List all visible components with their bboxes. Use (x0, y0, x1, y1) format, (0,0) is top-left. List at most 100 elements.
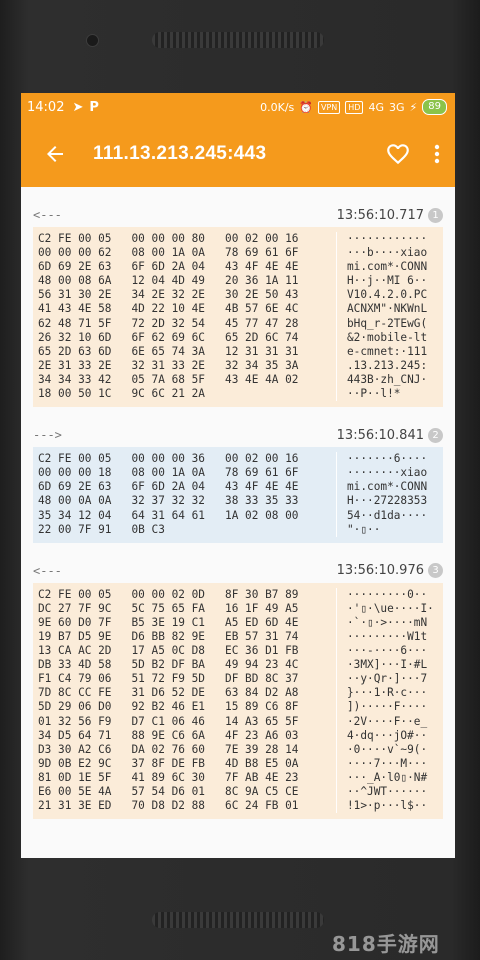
hex-dump-block[interactable]: C2 FE 00 05 00 00 00 80 00 02 00 16 00 00… (33, 227, 443, 408)
watermark-logo: 818手游网 (332, 932, 440, 956)
hex-row: D3 30 A2 C6 DA 02 76 60 7E 39 28 14 (38, 742, 299, 756)
ascii-row: ·······6···· (347, 452, 428, 466)
hex-row: 13 CA AC 2D 17 A5 0C D8 EC 36 D1 FB (38, 644, 299, 658)
app-p-icon: P (89, 99, 99, 115)
message-timestamp: 13:56:10.717 (336, 207, 424, 223)
ascii-row: ·'▯·\ue····I· (347, 601, 434, 615)
hex-row: 6D 69 2E 63 6F 6D 2A 04 43 4F 4E 4E (38, 480, 299, 494)
battery-icon: 89 (422, 99, 447, 115)
status-bar: 14:02 ➤ P 0.0K/s ⏰ VPN HD 4G 3G ⚡ 89 (21, 93, 455, 121)
direction-indicator: <--- (33, 563, 62, 578)
ascii-row: ·2V····F··e_ (347, 714, 428, 728)
ascii-row: !1>·p···l$·· (347, 799, 428, 813)
ascii-row: ··^JWT······ (347, 785, 428, 798)
ascii-row: ACNXM"·NKWnL (347, 302, 428, 316)
ascii-row: ·········W1t (347, 629, 428, 643)
ascii-row: ])·····F···· (347, 700, 428, 714)
ascii-row: "·▯·· (347, 522, 381, 536)
page-title: 111.13.213.245:443 (93, 143, 267, 164)
hex-row: 00 00 00 18 08 00 1A 0A 78 69 61 6F (38, 466, 299, 480)
ascii-row: 443B·zh_CNJ· (347, 372, 428, 386)
app-bar: 111.13.213.245:443 (21, 121, 455, 187)
hex-dump-block[interactable]: C2 FE 00 05 00 00 02 0D 8F 30 B7 89 DC 27… (33, 582, 443, 820)
signal-4g-icon: 4G (368, 100, 384, 114)
hex-row: 56 31 30 2E 34 2E 32 2E 30 2E 50 43 (38, 288, 299, 302)
phone-frame: 14:02 ➤ P 0.0K/s ⏰ VPN HD 4G 3G ⚡ 89 111… (0, 0, 480, 960)
hex-row: 6D 69 2E 63 6F 6D 2A 04 43 4F 4E 4E (38, 260, 299, 274)
signal-3g-icon: 3G (389, 100, 405, 114)
ascii-row: ···-····6··· (347, 644, 428, 658)
hex-row: 5D 29 06 D0 92 B2 46 E1 15 89 C6 8F (38, 700, 299, 714)
hex-column: C2 FE 00 05 00 00 02 0D 8F 30 B7 89 DC 27… (33, 587, 337, 814)
ascii-row: H···27228353 (347, 494, 428, 508)
network-speed: 0.0K/s (260, 100, 295, 114)
hex-row: 81 0D 1E 5F 41 89 6C 30 7F AB 4E 23 (38, 770, 299, 784)
ascii-column: ·······6···· ········xiao mi.com*·CONN H···… (337, 452, 427, 537)
front-camera (86, 34, 99, 47)
location-arrow-icon: ➤ (72, 99, 84, 115)
hex-row: 48 00 0A 0A 32 37 32 32 38 33 35 33 (38, 494, 299, 508)
message-index-badge: 2 (428, 427, 443, 443)
hex-row: 34 34 33 42 05 7A 68 5F 43 4E 4A 02 (38, 372, 299, 386)
hex-row: 26 32 10 6D 6F 62 69 6C 65 2D 6C 74 (38, 330, 299, 344)
vpn-icon: VPN (318, 100, 341, 114)
ascii-row: ·········0·· (347, 587, 428, 601)
message-index-badge: 3 (428, 563, 443, 579)
charging-icon: ⚡ (409, 100, 418, 114)
ascii-row: ···b····xiao (347, 246, 428, 260)
hex-row: 41 43 4E 58 4D 22 10 4E 4B 57 6E 4C (38, 302, 299, 316)
message-header: ---> 13:56:10.841 2 (33, 423, 443, 447)
hex-row: 18 00 50 1C 9C 6C 21 2A (38, 387, 205, 401)
ascii-row: ········xiao (347, 466, 428, 480)
favorite-heart-icon[interactable] (385, 141, 411, 167)
hex-row: E6 00 5E 4A 57 54 D6 01 8C 9A C5 CE (38, 785, 299, 798)
hex-row: 22 00 7F 91 0B C3 (38, 522, 165, 536)
hex-row: F1 C4 79 06 51 72 F9 5D DF BD 8C 37 (38, 672, 299, 686)
hd-icon: HD (345, 100, 364, 114)
ascii-row: ·0····v`~9(· (347, 742, 428, 756)
hex-row: C2 FE 00 05 00 00 00 36 00 02 00 16 (38, 452, 299, 466)
hex-row: 21 31 3E ED 70 D8 D2 88 6C 24 FB 01 (38, 799, 299, 813)
message-header: <--- 13:56:10.717 1 (33, 203, 443, 227)
ascii-row: ··y·Qr·]···7 (347, 672, 428, 686)
hex-row: C2 FE 00 05 00 00 00 80 00 02 00 16 (38, 232, 299, 245)
hex-row: 48 00 08 6A 12 04 4D 49 20 36 1A 11 (38, 274, 299, 288)
hex-row: 34 D5 64 71 88 9E C6 6A 4F 23 A6 03 (38, 728, 299, 742)
message-header: <--- 13:56:10.976 3 (33, 559, 443, 583)
hex-row: 00 00 00 62 08 00 1A 0A 78 69 61 6F (38, 246, 299, 260)
ascii-row: ·`·▯·>····mN (347, 615, 428, 629)
ascii-row: ············ (347, 232, 428, 245)
hex-row: 19 B7 D5 9E D6 BB 82 9E EB 57 31 74 (38, 629, 299, 643)
hex-column: C2 FE 00 05 00 00 00 36 00 02 00 16 00 00… (33, 452, 337, 537)
hex-dump-block[interactable]: C2 FE 00 05 00 00 00 36 00 02 00 16 00 00… (33, 447, 443, 543)
ascii-row: &2·mobile-lt (347, 330, 428, 344)
ascii-column: ·········0·· ·'▯·\ue····I· ·`·▯·>····mN ···… (337, 588, 434, 814)
ascii-row: ··P··l!* (347, 387, 401, 401)
ascii-row: e-cmnet:·111 (347, 344, 428, 358)
hex-row: 7D 8C CC FE 31 D6 52 DE 63 84 D2 A8 (38, 686, 299, 700)
ascii-row: bHq_r-2TEwG( (347, 316, 428, 330)
ascii-row: 54··d1da···· (347, 508, 428, 522)
earpiece-speaker (152, 32, 324, 48)
hex-row: DC 27 7F 9C 5C 75 65 FA 16 1F 49 A5 (38, 601, 299, 615)
back-arrow-icon[interactable] (43, 142, 67, 166)
hex-row: 9D 0B E2 9C 37 8F DE FB 4D B8 E5 0A (38, 756, 299, 770)
hex-row: 2E 31 33 2E 32 31 33 2E 32 34 35 3A (38, 358, 299, 372)
message-timestamp: 13:56:10.841 (336, 427, 424, 443)
ascii-row: .13.213.245: (347, 358, 428, 372)
ascii-row: ····7···M··· (347, 756, 428, 770)
hex-row: DB 33 4D 58 5D B2 DF BA 49 94 23 4C (38, 658, 299, 672)
ascii-row: mi.com*·CONN (347, 480, 428, 494)
ascii-row: ···_A·l0▯·N# (347, 770, 428, 784)
hex-row: C2 FE 00 05 00 00 02 0D 8F 30 B7 89 (38, 587, 299, 601)
ascii-column: ············ ···b····xiao mi.com*·CONN H··j… (337, 232, 427, 401)
message-timestamp: 13:56:10.976 (336, 563, 424, 579)
direction-indicator: <--- (33, 208, 62, 222)
ascii-row: 4·dq···jO#·· (347, 728, 428, 742)
direction-indicator: ---> (33, 428, 62, 443)
ascii-row: mi.com*·CONN (347, 260, 428, 274)
alarm-icon: ⏰ (299, 100, 313, 114)
more-vert-icon[interactable] (433, 142, 441, 166)
status-time: 14:02 (27, 99, 65, 115)
hex-row: 01 32 56 F9 D7 C1 06 46 14 A3 65 5F (38, 714, 299, 728)
